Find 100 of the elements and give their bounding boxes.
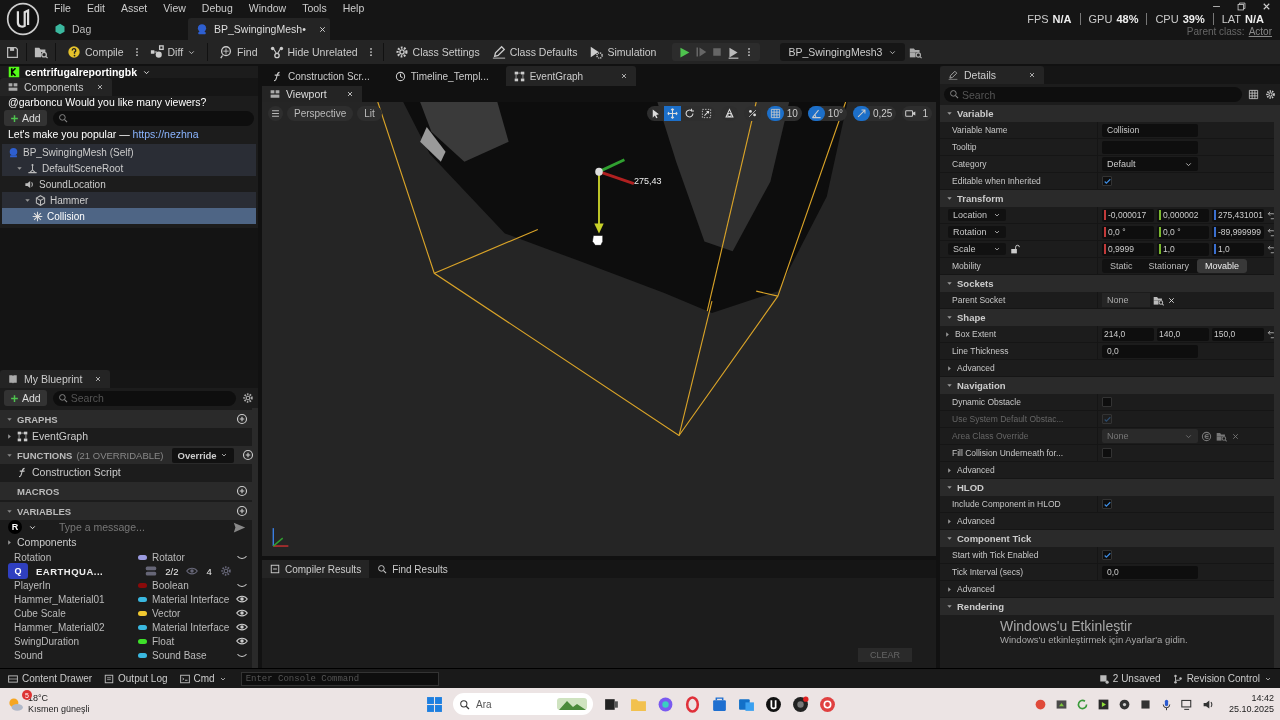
close-icon[interactable]	[619, 72, 628, 80]
unreal-logo-icon[interactable]	[765, 695, 782, 713]
advanced-toggle[interactable]: Advanced	[957, 465, 995, 475]
search-field[interactable]: Search	[52, 390, 236, 406]
channel-name[interactable]: EARTHQUA...	[36, 565, 104, 577]
reset-icon[interactable]	[1267, 244, 1274, 254]
parent-class-link[interactable]: Actor	[1248, 26, 1272, 38]
eject-icon[interactable]	[727, 45, 741, 59]
add-icon[interactable]	[241, 449, 254, 461]
stop-icon[interactable]	[711, 46, 724, 58]
viewport-tab[interactable]: Viewport	[262, 86, 362, 102]
view-mode-button[interactable]: Perspective	[287, 106, 354, 121]
media-icon[interactable]	[1096, 697, 1110, 711]
variable-name[interactable]: Sound	[14, 649, 43, 661]
number-field[interactable]: 1,0	[1157, 242, 1209, 256]
graph-item[interactable]: EventGraph	[0, 428, 89, 444]
menu-item[interactable]: Asset	[113, 2, 156, 14]
number-field[interactable]: 140,0	[1157, 327, 1209, 341]
add-icon[interactable]	[236, 505, 248, 517]
console-input[interactable]: Enter Console Command	[240, 671, 439, 686]
status-button[interactable]: 2 Unsaved	[1094, 671, 1165, 686]
browse-icon[interactable]	[909, 45, 923, 59]
menu-item[interactable]: Help	[334, 2, 373, 14]
tree-item[interactable]: DefaultSceneRoot	[2, 160, 256, 176]
graph-item[interactable]: Construction Script	[0, 464, 121, 480]
graphics-icon[interactable]	[1054, 697, 1068, 711]
variable-name[interactable]: PlayerIn	[14, 579, 51, 591]
transform-gizmo-icon[interactable]	[594, 158, 635, 234]
close-icon[interactable]	[317, 24, 327, 34]
number-field[interactable]: 214,0	[1102, 327, 1154, 341]
avatar[interactable]: R	[8, 520, 22, 534]
clear-icon[interactable]	[1167, 295, 1176, 305]
close-icon[interactable]	[346, 90, 354, 98]
panel-tab[interactable]: Details	[940, 66, 1044, 84]
variable-name[interactable]: Hammer_Material02	[14, 621, 105, 633]
channel-avatar[interactable]: Q	[8, 563, 28, 579]
variable-name[interactable]: Rotation	[14, 551, 52, 563]
camera-speed-value[interactable]: 1	[922, 108, 928, 119]
text-field[interactable]: 0,0	[1102, 565, 1198, 579]
checkbox[interactable]	[1102, 550, 1112, 560]
document-tab[interactable]: BP_SwingingMesh•	[188, 18, 330, 40]
number-field[interactable]: 275,431001	[1212, 208, 1264, 222]
property-menu-button[interactable]: Scale	[948, 243, 1006, 255]
advanced-toggle[interactable]: Advanced	[957, 363, 995, 373]
tree-item[interactable]: Collision	[2, 208, 256, 224]
clock-time[interactable]: 14:42	[1251, 693, 1274, 704]
step-icon[interactable]	[695, 46, 708, 58]
scale-arrow-snap-toggle[interactable]	[852, 106, 870, 121]
recording-app-icon[interactable]	[792, 695, 809, 713]
menu-item[interactable]: File	[46, 2, 79, 14]
circle-logo-app-icon[interactable]	[819, 695, 836, 713]
number-field[interactable]: 150,0	[1212, 327, 1264, 341]
eye-icon[interactable]	[236, 607, 248, 619]
unlock-icon[interactable]	[1010, 244, 1020, 254]
save-icon[interactable]	[6, 45, 19, 59]
round-app-icon[interactable]	[1117, 697, 1131, 711]
move-tool-button[interactable]	[663, 106, 681, 121]
close-icon[interactable]	[95, 83, 104, 91]
settings-icon[interactable]	[242, 392, 254, 404]
channel-name[interactable]: centrifugalreportingbk	[25, 66, 137, 78]
panel-tab[interactable]: Find Results	[369, 560, 468, 578]
menu-button[interactable]	[268, 106, 283, 121]
section-header[interactable]: FUNCTIONS (21 OVERRIDABLE) Override	[0, 446, 252, 464]
section-header[interactable]: Rendering	[940, 598, 1274, 615]
send-icon[interactable]	[233, 520, 246, 534]
segment-button[interactable]: Stationary	[1140, 259, 1198, 273]
toolbar-button[interactable]: Diff	[145, 43, 201, 61]
menu-item[interactable]: Edit	[78, 2, 113, 14]
section-header[interactable]: GRAPHS	[0, 410, 252, 428]
debug-object-dropdown[interactable]: BP_SwingingMesh3	[780, 43, 906, 61]
graph-tab[interactable]: Construction Scr...	[264, 66, 383, 86]
add-button[interactable]: Add	[4, 110, 47, 126]
variable-category[interactable]: Components	[0, 534, 77, 550]
section-header[interactable]: Component Tick	[940, 530, 1274, 547]
variable-name[interactable]: Hammer_Material01	[14, 593, 105, 605]
number-field[interactable]: 0,0 °	[1157, 225, 1209, 239]
toolbar-button[interactable]: Class Defaults	[487, 43, 582, 61]
tree-item[interactable]: Hammer	[2, 192, 256, 208]
store-icon[interactable]	[711, 695, 728, 713]
section-header[interactable]: Variable	[940, 105, 1274, 122]
document-tab[interactable]: Dag	[46, 18, 188, 40]
monitor-icon[interactable]	[1180, 697, 1194, 711]
status-button[interactable]: Cmd	[175, 671, 231, 686]
toolbar-button[interactable]: Compile	[63, 43, 128, 61]
override-dropdown[interactable]: Override	[171, 447, 234, 463]
add-icon[interactable]	[236, 485, 248, 497]
refresh-icon[interactable]	[1075, 697, 1089, 711]
section-header[interactable]: HLOD	[940, 479, 1274, 496]
menu-item[interactable]: View	[155, 2, 194, 14]
status-button[interactable]: Revision Control	[1168, 671, 1276, 686]
section-header[interactable]: Sockets	[940, 275, 1274, 292]
round-tray-icon[interactable]	[1033, 697, 1047, 711]
number-field[interactable]: 0,000002	[1157, 208, 1209, 222]
property-menu-button[interactable]: Rotation	[948, 226, 1006, 238]
graph-tab[interactable]: EventGraph	[505, 66, 636, 86]
chip-icon[interactable]	[1138, 697, 1152, 711]
ring-icon[interactable]	[684, 695, 701, 713]
reset-icon[interactable]	[1267, 227, 1274, 237]
search-field[interactable]	[52, 110, 254, 126]
logo-icon[interactable]	[6, 2, 40, 36]
